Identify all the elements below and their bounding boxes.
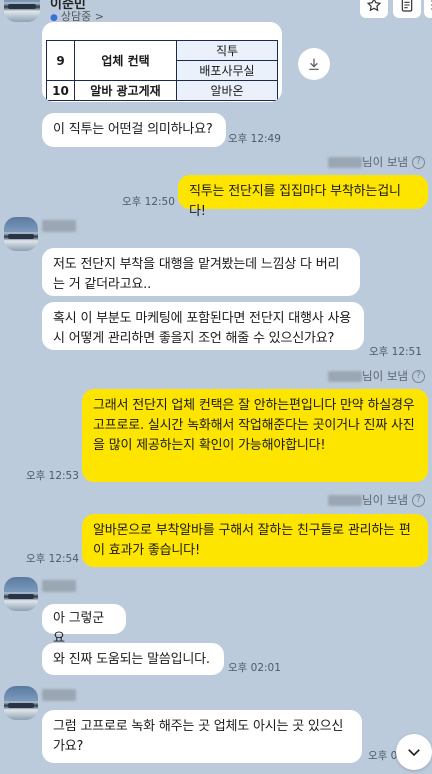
- table-row: 10 알바 광고게재 알바온: [46, 80, 278, 101]
- sender-name: [42, 220, 76, 232]
- menu-button[interactable]: [424, 0, 432, 18]
- scroll-to-bottom-button[interactable]: [396, 734, 432, 770]
- download-button[interactable]: [298, 48, 330, 80]
- message-time: 오후 12:50: [122, 196, 175, 208]
- row-number: 10: [46, 80, 75, 101]
- message-time: 오후 12:49: [228, 133, 281, 145]
- sender-label: 님이 보냄?: [328, 368, 425, 384]
- sender-avatar[interactable]: [4, 686, 38, 720]
- header-avatar[interactable]: [4, 0, 40, 22]
- message-bubble[interactable]: 그럼 고프로로 녹화 해주는 곳 업체도 아시는 곳 있으신가요?: [42, 710, 362, 763]
- message-bubble[interactable]: 직투는 전단지를 집집마다 부착하는겁니다!: [178, 175, 428, 219]
- message-time: 오후 12:51: [369, 346, 422, 358]
- row-item: 배포사무실: [176, 60, 278, 81]
- message-time: 오후 02:01: [228, 662, 281, 674]
- message-bubble[interactable]: 와 진짜 도움되는 말씀입니다.: [42, 643, 224, 675]
- help-icon[interactable]: ?: [411, 494, 425, 507]
- document-icon: [401, 0, 413, 12]
- row-number: 9: [46, 40, 75, 81]
- table-row: 9 업체 컨택 직투: [46, 40, 278, 81]
- sender-name: [42, 580, 76, 592]
- sender-name: [42, 689, 76, 701]
- message-bubble[interactable]: 저도 전단지 부착을 대행을 맡겨봤는데 느낌상 다 버리는 거 같더라고요..: [42, 248, 360, 296]
- download-icon: [309, 58, 319, 70]
- message-time: 오후 12:53: [26, 470, 79, 482]
- message-bubble[interactable]: 알바몬으로 부착알바를 구해서 잘하는 친구들로 관리하는 편이 효과가 좋습니…: [82, 514, 428, 567]
- row-item: 알바온: [176, 80, 278, 101]
- chevron-down-icon: [408, 749, 420, 757]
- table-image-card[interactable]: 9 업체 컨택 직투 배포사무실 10 알바 광고게재 알바온: [42, 22, 282, 102]
- sender-label: 님이 보냄?: [328, 154, 425, 170]
- sender-label: 님이 보냄?: [328, 492, 425, 508]
- row-category: 알바 광고게재: [74, 80, 177, 101]
- message-time: 오후 12:54: [26, 553, 79, 565]
- message-bubble[interactable]: 혹시 이 부분도 마케팅에 포함된다면 전단지 대행사 사용 시 어떻게 관리하…: [42, 302, 364, 350]
- row-category: 업체 컨택: [74, 40, 177, 81]
- document-button[interactable]: [393, 0, 421, 18]
- message-bubble[interactable]: 그래서 전단지 업체 컨택은 잘 안하는편입니다 만약 하실경우 고프로로. 실…: [82, 389, 428, 482]
- star-button[interactable]: [360, 0, 388, 18]
- sender-avatar[interactable]: [4, 577, 38, 611]
- row-item: 직투: [176, 40, 278, 61]
- message-bubble[interactable]: 이 직투는 어떤걸 의미하나요?: [42, 113, 226, 147]
- table-image: 9 업체 컨택 직투 배포사무실 10 알바 광고게재 알바온: [46, 40, 278, 101]
- message-bubble[interactable]: 아 그렇군요: [42, 604, 126, 646]
- help-icon[interactable]: ?: [411, 156, 425, 169]
- star-icon: [366, 0, 382, 12]
- help-icon[interactable]: ?: [411, 370, 425, 383]
- sender-avatar[interactable]: [4, 217, 38, 251]
- menu-icon: [431, 0, 432, 10]
